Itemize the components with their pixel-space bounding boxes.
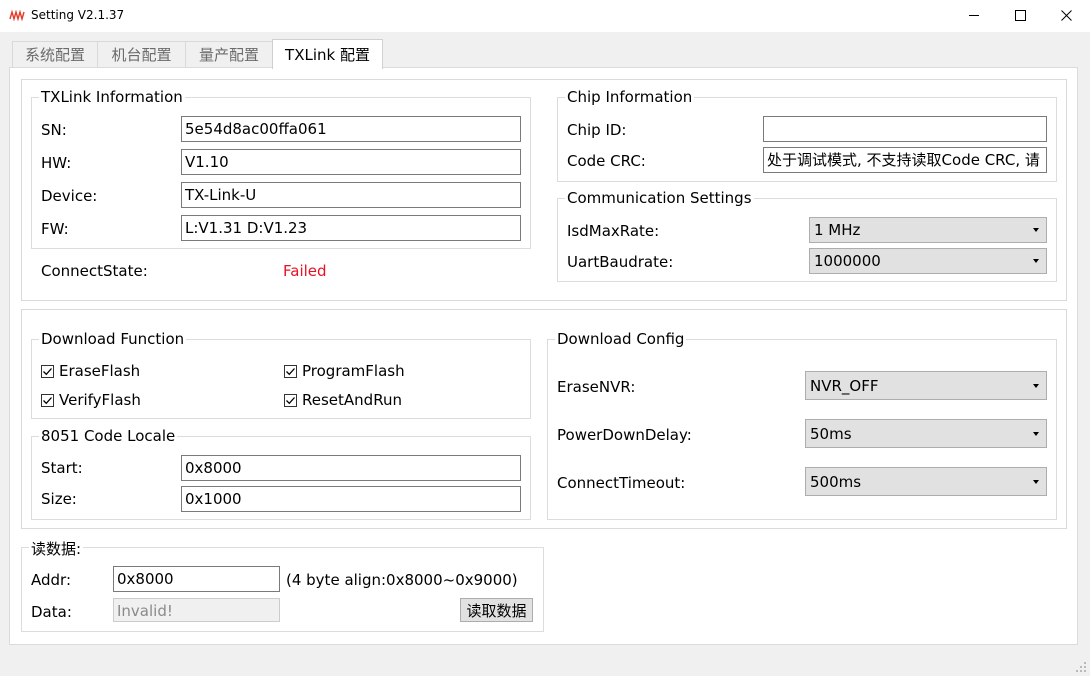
program-flash-checkbox[interactable]: ProgramFlash — [284, 362, 405, 380]
tab-system-config[interactable]: 系统配置 — [12, 41, 98, 67]
close-button[interactable] — [1043, 0, 1089, 31]
uart-baudrate-value: 1000000 — [814, 252, 881, 270]
erase-nvr-select[interactable]: NVR_OFF — [805, 371, 1047, 400]
isd-max-rate-label: IsdMaxRate: — [567, 222, 660, 240]
uart-baudrate-select[interactable]: 1000000 — [809, 248, 1047, 274]
hw-field[interactable]: V1.10 — [181, 149, 521, 175]
start-field[interactable]: 0x8000 — [181, 455, 521, 481]
communication-settings-legend: Communication Settings — [565, 189, 754, 207]
power-down-delay-label: PowerDownDelay: — [557, 426, 692, 444]
chevron-down-icon — [1033, 383, 1039, 388]
reset-and-run-checkbox[interactable]: ResetAndRun — [284, 391, 402, 409]
download-config-legend: Download Config — [555, 330, 687, 348]
align-hint: (4 byte align:0x8000~0x9000) — [286, 571, 518, 589]
connect-state-value: Failed — [283, 262, 327, 280]
maximize-button[interactable] — [997, 0, 1043, 31]
erase-flash-label: EraseFlash — [59, 362, 141, 380]
download-function-legend: Download Function — [39, 330, 187, 348]
connect-state-label: ConnectState: — [41, 262, 148, 280]
fw-label: FW: — [41, 220, 69, 238]
close-icon — [1060, 10, 1072, 21]
waveform-icon — [9, 9, 25, 22]
read-data-legend: 读数据: — [29, 538, 84, 559]
power-down-delay-value: 50ms — [810, 424, 852, 443]
resize-grip-icon[interactable] — [1074, 660, 1088, 674]
fw-field[interactable]: L:V1.31 D:V1.23 — [181, 215, 521, 241]
verify-flash-checkbox[interactable]: VerifyFlash — [41, 391, 141, 409]
start-label: Start: — [41, 459, 83, 477]
size-label: Size: — [41, 490, 77, 508]
tab-machine-config[interactable]: 机台配置 — [97, 41, 186, 67]
title-bar[interactable]: Setting V2.1.37 — [0, 0, 1090, 32]
read-data-button[interactable]: 读取数据 — [460, 598, 533, 622]
isd-max-rate-select[interactable]: 1 MHz — [809, 217, 1047, 243]
tab-strip: 系统配置 机台配置 量产配置 TXLink 配置 — [0, 32, 1090, 69]
program-flash-label: ProgramFlash — [302, 362, 405, 380]
code-locale-legend: 8051 Code Locale — [39, 427, 178, 445]
chip-id-label: Chip ID: — [567, 121, 627, 139]
hw-label: HW: — [41, 154, 72, 172]
device-field[interactable]: TX-Link-U — [181, 182, 521, 208]
sn-field[interactable]: 5e54d8ac00ffa061 — [181, 116, 521, 142]
chevron-down-icon — [1033, 259, 1039, 263]
txlink-information-legend: TXLink Information — [39, 88, 185, 106]
check-icon — [41, 393, 54, 407]
code-crc-label: Code CRC: — [567, 152, 646, 170]
check-icon — [284, 393, 297, 407]
check-icon — [41, 364, 54, 378]
connect-timeout-label: ConnectTimeout: — [557, 474, 686, 492]
connect-timeout-select[interactable]: 500ms — [805, 467, 1047, 496]
reset-and-run-label: ResetAndRun — [302, 391, 402, 409]
chip-information-legend: Chip Information — [565, 88, 695, 106]
addr-field[interactable]: 0x8000 — [113, 566, 280, 592]
window-title: Setting V2.1.37 — [31, 8, 125, 22]
erase-nvr-value: NVR_OFF — [810, 376, 879, 395]
tab-txlink-config[interactable]: TXLink 配置 — [272, 39, 383, 69]
tab-mass-production-config[interactable]: 量产配置 — [185, 41, 273, 67]
isd-max-rate-value: 1 MHz — [814, 221, 861, 239]
addr-label: Addr: — [31, 571, 71, 589]
code-crc-field[interactable]: 处于调试模式, 不支持读取Code CRC, 请 — [763, 147, 1047, 173]
data-field: Invalid! — [113, 598, 280, 622]
power-down-delay-select[interactable]: 50ms — [805, 419, 1047, 448]
minimize-icon — [968, 15, 979, 16]
chevron-down-icon — [1033, 228, 1039, 232]
uart-baudrate-label: UartBaudrate: — [567, 253, 674, 271]
device-label: Device: — [41, 187, 98, 205]
verify-flash-label: VerifyFlash — [59, 391, 141, 409]
check-icon — [284, 364, 297, 378]
chip-id-field[interactable] — [763, 116, 1047, 142]
sn-label: SN: — [41, 121, 67, 139]
size-field[interactable]: 0x1000 — [181, 486, 521, 512]
chevron-down-icon — [1033, 479, 1039, 484]
erase-flash-checkbox[interactable]: EraseFlash — [41, 362, 140, 380]
connect-timeout-value: 500ms — [810, 472, 862, 491]
maximize-icon — [1014, 10, 1026, 21]
chevron-down-icon — [1033, 431, 1039, 436]
minimize-button[interactable] — [951, 0, 997, 31]
erase-nvr-label: EraseNVR: — [557, 378, 636, 396]
data-label: Data: — [31, 603, 72, 621]
